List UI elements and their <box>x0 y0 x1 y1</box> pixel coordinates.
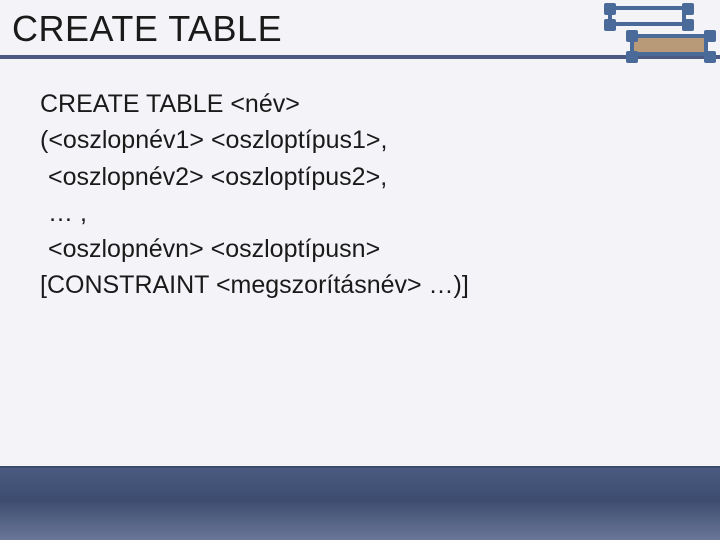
decoration-node <box>626 51 638 63</box>
syntax-line-5: <oszlopnévn> <oszloptípusn> <box>40 231 680 267</box>
decoration-rect-bottom <box>630 34 708 56</box>
footer-band <box>0 468 720 540</box>
decoration-node <box>682 3 694 15</box>
decoration-node <box>604 3 616 15</box>
decoration-node <box>682 19 694 31</box>
syntax-line-6: [CONSTRAINT <megszorításnév> …)] <box>40 267 680 303</box>
syntax-line-2: (<oszlopnév1> <oszloptípus1>, <box>40 122 680 158</box>
syntax-line-1: CREATE TABLE <név> <box>40 86 680 122</box>
decoration-node <box>604 19 616 31</box>
decoration-node <box>704 51 716 63</box>
decoration-rect-top <box>608 6 686 26</box>
decoration-node <box>704 30 716 42</box>
slide: CREATE TABLE CREATE TABLE <név> (<oszlop… <box>0 0 720 540</box>
syntax-line-4: … , <box>40 195 680 231</box>
syntax-line-3: <oszlopnév2> <oszloptípus2>, <box>40 159 680 195</box>
decoration-node <box>626 30 638 42</box>
corner-decoration <box>590 6 710 62</box>
slide-content: CREATE TABLE <név> (<oszlopnév1> <oszlop… <box>0 56 720 324</box>
